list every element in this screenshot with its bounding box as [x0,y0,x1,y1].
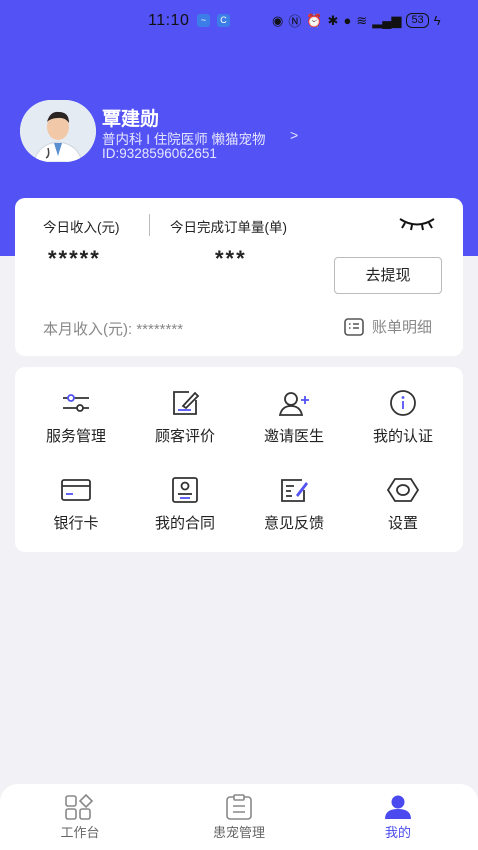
tab-workbench[interactable]: 工作台 [25,794,135,841]
eye-status-icon: ◉ [272,12,284,28]
eye-closed-icon[interactable] [397,214,437,234]
doctor-department: 普内科 I 住院医师 懒猫宠物 [102,132,266,147]
divider [149,214,150,236]
sliders-icon [63,394,89,412]
feedback-icon [281,479,308,502]
today-income-label: 今日收入(元) [43,220,120,235]
status-icons: ◉ Ⓝ ⏰ ✱ ● ≋ ▂▄▆ 53 ϟ [272,11,441,30]
tab-label: 我的 [384,825,411,840]
chat-app-icon: ~ [197,14,210,27]
info-icon [390,390,416,416]
signal-icon: ▂▄▆ [372,12,402,28]
chevron-right-icon[interactable]: > [290,127,298,143]
card-icon [61,479,91,501]
menu-item-service-management[interactable]: 服务管理 [21,389,131,459]
clipboard-icon [226,794,252,820]
tab-pet-management[interactable]: 患宠管理 [184,794,294,841]
avatar[interactable] [20,100,96,162]
app-c-icon: C [217,14,230,27]
month-income: 本月收入(元): ******** [43,321,184,338]
tab-mine[interactable]: 我的 [343,794,453,841]
doctor-name: 覃建勋 [102,109,160,130]
bluetooth-icon: ✱ [327,12,339,28]
status-time: 11:10 [148,12,190,29]
hexagon-icon [386,478,420,502]
list-icon [344,317,364,336]
menu-item-bank-card[interactable]: 银行卡 [21,476,131,546]
today-orders-value: *** [215,246,247,271]
nfc-icon: Ⓝ [288,14,302,29]
menu-item-feedback[interactable]: 意见反馈 [239,476,349,546]
menu-item-invite-doctor[interactable]: 邀请医生 [239,389,349,459]
income-card: 今日收入(元) 今日完成订单量(单) ***** *** 去提现 本月收入(元)… [15,198,463,356]
dashboard-icon [65,794,94,820]
today-orders-label: 今日完成订单量(单) [170,220,287,235]
tab-label: 患宠管理 [212,825,265,840]
menu-item-customer-reviews[interactable]: 顾客评价 [130,389,240,459]
bill-details-label: 账单明细 [372,319,433,336]
menu-item-my-contract[interactable]: 我的合同 [130,476,240,546]
location-icon: ● [343,13,352,28]
add-user-icon [278,392,309,416]
menu-item-settings[interactable]: 设置 [348,476,458,546]
wifi-icon: ≋ [356,12,368,28]
tab-label: 工作台 [60,825,100,840]
menu-card: 服务管理 顾客评价 邀请医生 我的认证 银行卡 我的合同 意见反馈 设置 [15,367,463,552]
battery-icon: 53 [406,13,429,28]
charging-icon: ϟ [433,13,441,28]
tab-bar: 工作台 患宠管理 我的 [0,784,478,850]
doctor-id: ID:9328596062651 [102,146,217,161]
bill-details-link[interactable]: 账单明细 [344,316,432,337]
edit-note-icon [173,391,200,415]
person-icon [385,795,411,819]
today-income-value: ***** [48,246,101,271]
status-bar: 11:10 ~ C ◉ Ⓝ ⏰ ✱ ● ≋ ▂▄▆ 53 ϟ [0,0,478,40]
withdraw-button[interactable]: 去提现 [334,257,442,294]
alarm-icon: ⏰ [306,12,323,28]
contract-icon [172,477,198,503]
menu-item-my-certification[interactable]: 我的认证 [348,389,458,459]
